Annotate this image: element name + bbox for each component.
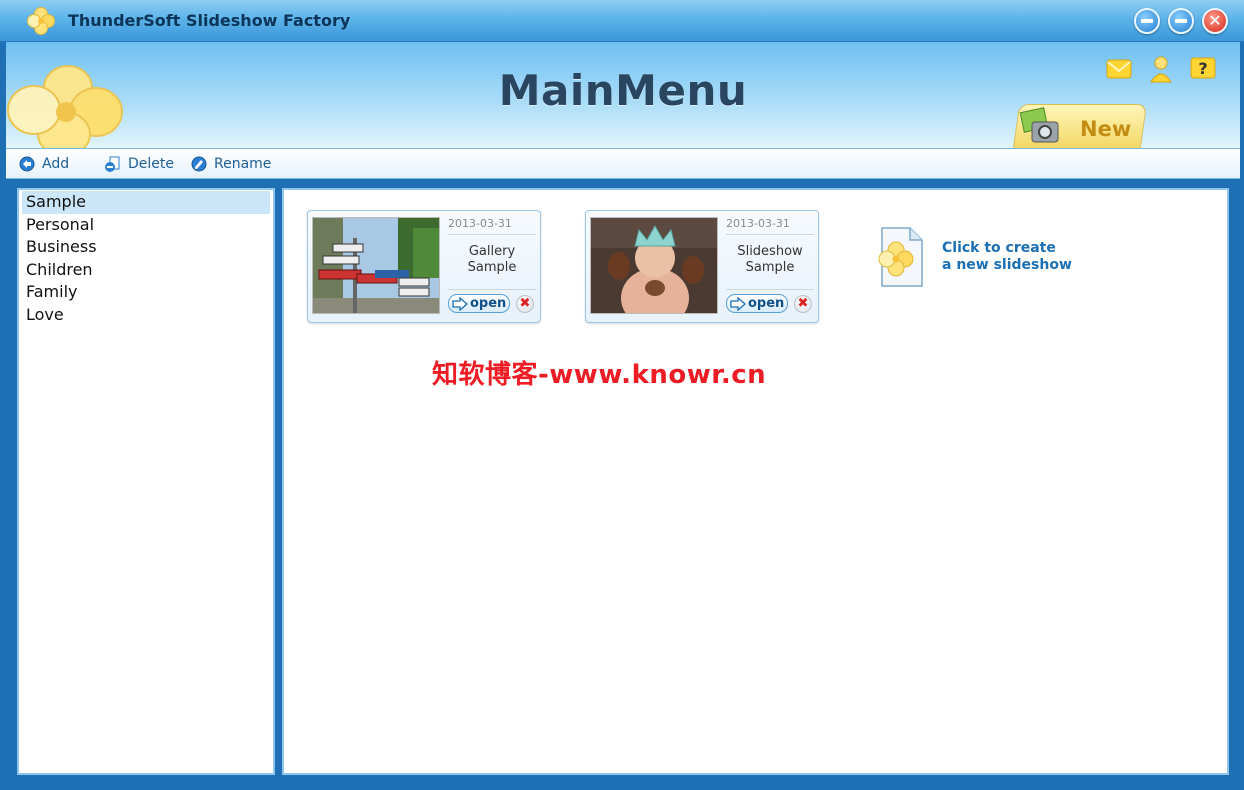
close-icon[interactable]: ✕ xyxy=(1202,8,1228,34)
slideshow-name: Slideshow Sample xyxy=(722,244,818,276)
delete-icon xyxy=(105,156,120,172)
rename-icon xyxy=(191,156,207,172)
slideshow-name-line2: Sample xyxy=(745,260,795,275)
category-item-sample[interactable]: Sample xyxy=(22,191,270,214)
arrow-right-icon xyxy=(730,296,746,311)
rename-button[interactable]: Rename xyxy=(190,153,271,175)
camera-photo-icon xyxy=(1019,107,1059,143)
add-button[interactable]: Add xyxy=(18,153,69,175)
help-icon[interactable]: ? xyxy=(1188,54,1218,84)
slideshow-name-line1: Slideshow xyxy=(737,244,803,259)
signpost-photo-icon xyxy=(313,218,439,313)
header-banner: MainMenu ? New xyxy=(6,42,1240,150)
baby-photo-icon xyxy=(591,218,717,313)
arrow-right-icon xyxy=(452,296,468,311)
create-new-label[interactable]: Click to create a new slideshow xyxy=(942,240,1072,274)
slideshow-date: 2013-03-31 xyxy=(726,217,814,235)
slideshow-name-line1: Gallery xyxy=(468,244,516,259)
window-title: ThunderSoft Slideshow Factory xyxy=(68,11,351,30)
create-new-slideshow-button[interactable]: Click to create a new slideshow xyxy=(876,226,1116,290)
open-label: open xyxy=(470,296,507,311)
slideshow-name: Gallery Sample xyxy=(444,244,540,276)
slideshow-card-slideshow-sample: 2013-03-31 Slideshow Sample open ✖ xyxy=(585,210,819,323)
watermark-text: 知软博客-www.knowr.cn xyxy=(432,360,767,390)
category-item-love[interactable]: Love xyxy=(19,304,273,327)
clover-logo-icon xyxy=(27,7,55,35)
category-item-children[interactable]: Children xyxy=(19,259,273,282)
delete-slideshow-icon[interactable]: ✖ xyxy=(794,295,812,313)
add-label: Add xyxy=(42,156,70,172)
maximize-icon[interactable] xyxy=(1168,8,1194,34)
delete-button[interactable]: Delete xyxy=(104,153,174,175)
open-button[interactable]: open xyxy=(448,294,510,313)
title-bar[interactable]: ThunderSoft Slideshow Factory ✕ xyxy=(0,0,1244,42)
category-item-family[interactable]: Family xyxy=(19,281,273,304)
slideshow-thumbnail[interactable] xyxy=(590,217,718,314)
rename-label: Rename xyxy=(214,156,272,172)
slideshow-gallery: 2013-03-31 Gallery Sample open ✖ 2013-03… xyxy=(282,188,1229,775)
slideshow-card-gallery-sample: 2013-03-31 Gallery Sample open ✖ xyxy=(307,210,541,323)
svg-text:?: ? xyxy=(1198,59,1207,78)
slideshow-name-line2: Sample xyxy=(467,260,517,275)
minimize-icon[interactable] xyxy=(1134,8,1160,34)
category-item-business[interactable]: Business xyxy=(19,236,273,259)
slideshow-thumbnail[interactable] xyxy=(312,217,440,314)
category-item-personal[interactable]: Personal xyxy=(19,214,273,237)
create-new-line1: Click to create xyxy=(942,240,1056,256)
delete-label: Delete xyxy=(128,156,174,172)
toolbar: Add Delete Rename xyxy=(6,148,1240,179)
create-new-line2: a new slideshow xyxy=(942,257,1072,273)
message-icon[interactable] xyxy=(1104,54,1134,84)
user-icon[interactable] xyxy=(1146,54,1176,84)
open-label: open xyxy=(748,296,785,311)
new-document-icon xyxy=(878,227,923,287)
add-icon xyxy=(19,156,35,172)
open-button[interactable]: open xyxy=(726,294,788,313)
category-list: Sample Personal Business Children Family… xyxy=(17,188,275,775)
slideshow-date: 2013-03-31 xyxy=(448,217,536,235)
new-tab-label[interactable]: New xyxy=(1080,117,1131,141)
delete-slideshow-icon[interactable]: ✖ xyxy=(516,295,534,313)
